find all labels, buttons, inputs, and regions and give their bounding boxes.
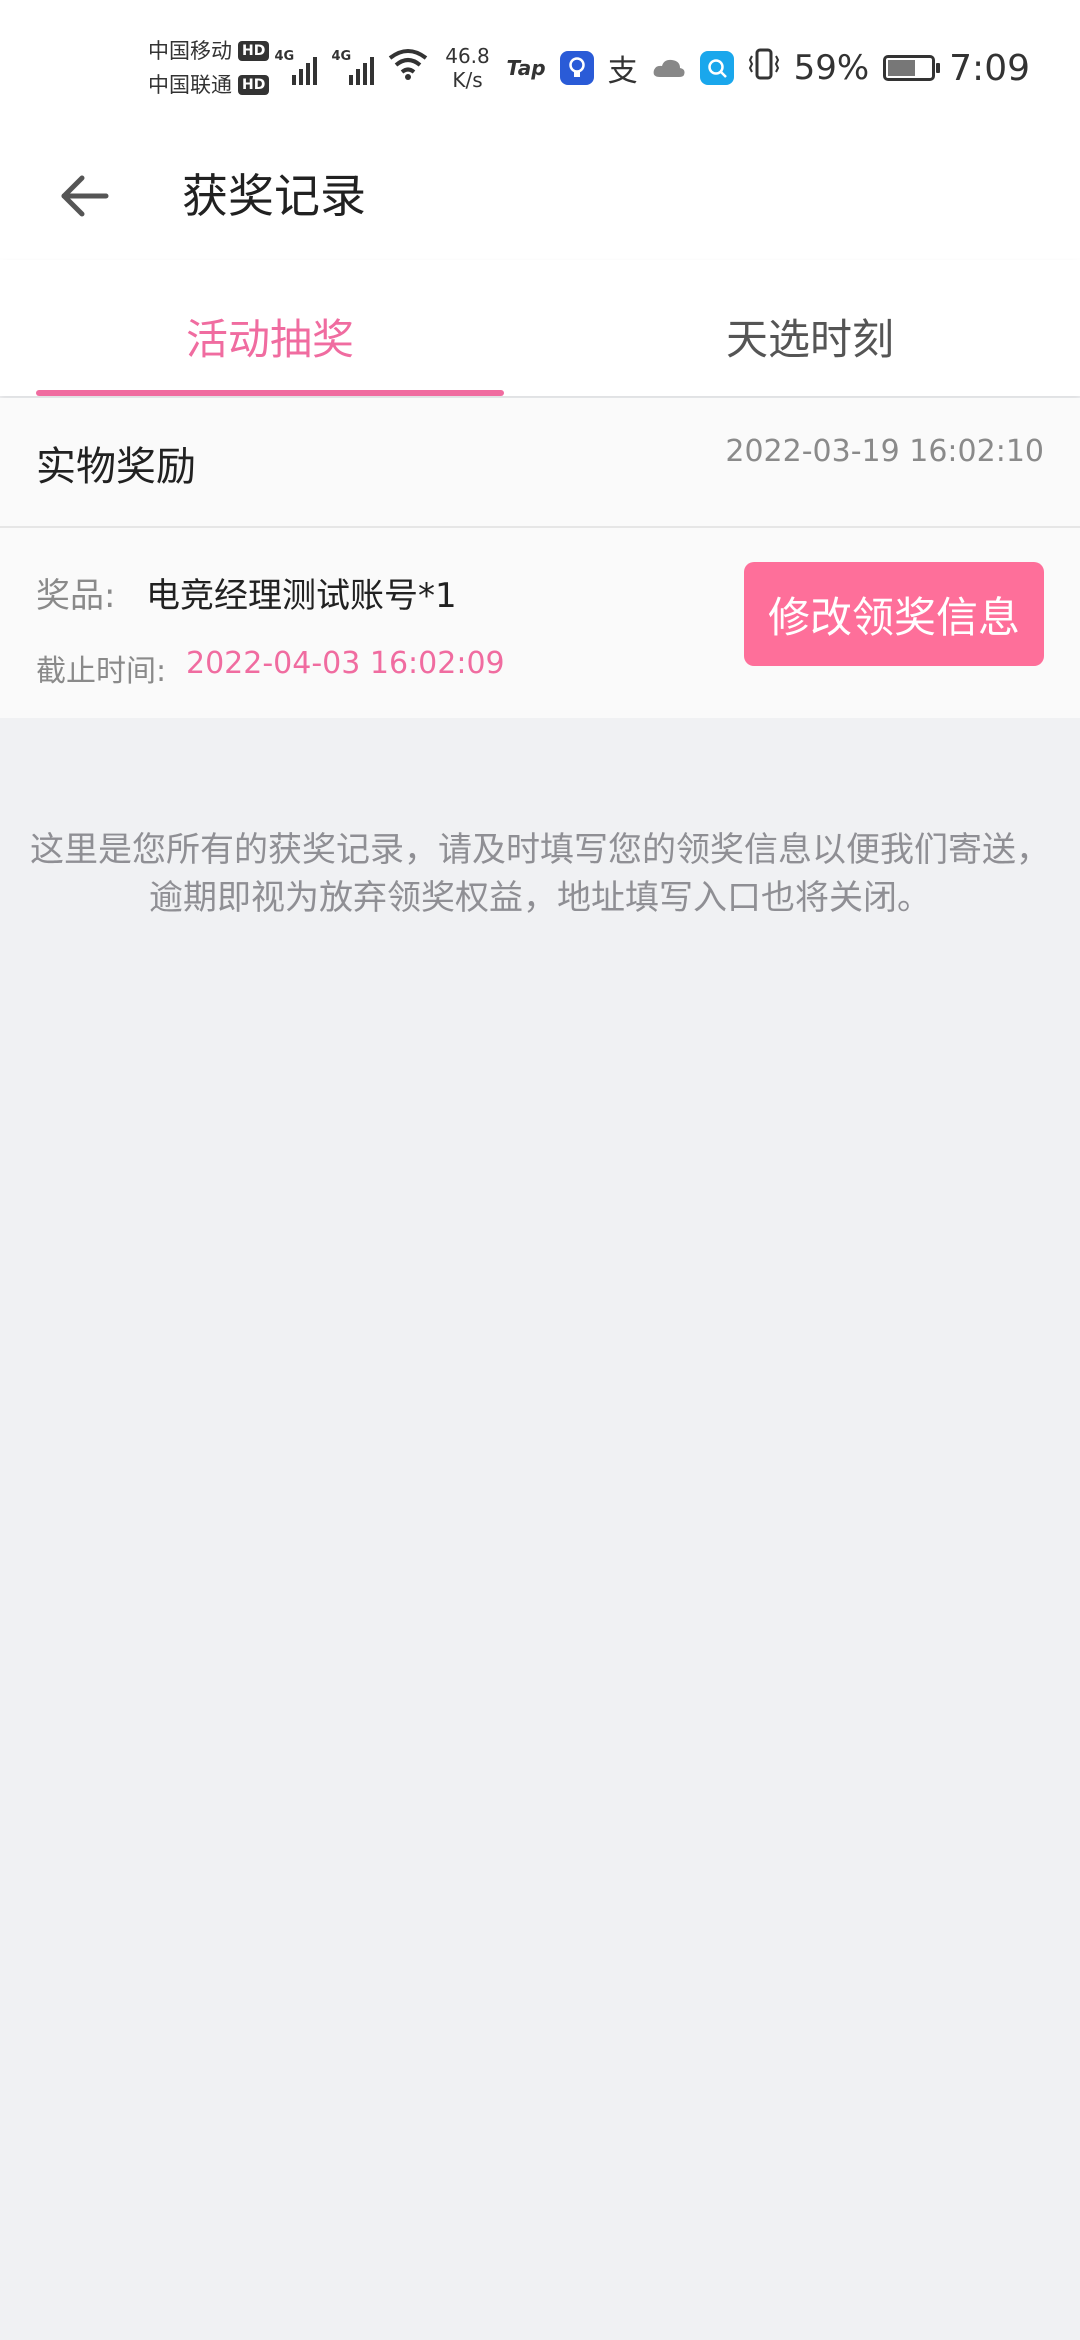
top-nav-bar — [0, 130, 1080, 260]
hd-badge: HD — [238, 75, 270, 95]
active-tab-indicator — [36, 390, 504, 396]
deadline-value: 2022-04-03 16:02:09 — [186, 646, 505, 681]
battery-percent: 59% — [793, 48, 870, 88]
back-arrow-icon — [61, 175, 109, 217]
tap-icon: Tap — [506, 56, 546, 80]
tab-activity-lottery[interactable]: 活动抽奖 — [0, 260, 540, 396]
deadline-label: 截止时间: — [36, 654, 167, 689]
carrier-1: 中国移动 — [148, 39, 232, 63]
record-header: 实物奖励 2022-03-19 16:02:10 — [0, 398, 1080, 528]
hd-badge: HD — [238, 41, 270, 61]
carrier-2: 中国联通 — [148, 73, 232, 97]
notice-line-1: 这里是您所有的获奖记录，请及时填写您的领奖信息以便我们寄送， — [30, 830, 1050, 870]
network-speed: 46.8 K/s — [445, 44, 490, 92]
battery-icon — [883, 55, 941, 81]
signal-icon: 4G — [274, 49, 318, 85]
vibrate-icon — [748, 47, 780, 90]
record-timestamp: 2022-03-19 16:02:10 — [725, 434, 1044, 469]
prize-label: 奖品: — [36, 576, 116, 616]
cloud-icon — [652, 48, 686, 88]
status-bar: 中国移动 HD 中国联通 HD 4G 4G 46.8 K/s Tap 支 59% 7:… — [0, 0, 1080, 130]
status-icons: 4G 4G 46.8 K/s Tap 支 59% 7:09 — [274, 44, 1030, 92]
lightbulb-app-icon — [559, 51, 594, 85]
page-title: 获奖记录 — [182, 169, 366, 223]
notice-line-2: 逾期即视为放弃领奖权益，地址填写入口也将关闭。 — [149, 878, 931, 918]
back-button[interactable] — [48, 160, 120, 232]
signal-icon: 4G — [331, 49, 375, 85]
wifi-icon — [388, 48, 428, 89]
edit-claim-info-button[interactable]: 修改领奖信息 — [744, 562, 1044, 666]
carrier-info: 中国移动 HD 中国联通 HD — [148, 34, 270, 102]
record-body: 奖品: 电竞经理测试账号*1 截止时间: 2022-04-03 16:02:09… — [0, 528, 1080, 718]
notice-text: 这里是您所有的获奖记录，请及时填写您的领奖信息以便我们寄送， 逾期即视为放弃领奖… — [0, 826, 1080, 922]
tab-bar: 活动抽奖 天选时刻 — [0, 260, 1080, 396]
reward-type: 实物奖励 — [36, 444, 196, 490]
tab-chosen-moment[interactable]: 天选时刻 — [540, 260, 1080, 396]
alipay-icon: 支 — [607, 54, 638, 89]
search-app-icon — [699, 51, 734, 85]
clock-time: 7:09 — [949, 47, 1030, 89]
prize-value: 电竞经理测试账号*1 — [146, 576, 457, 616]
